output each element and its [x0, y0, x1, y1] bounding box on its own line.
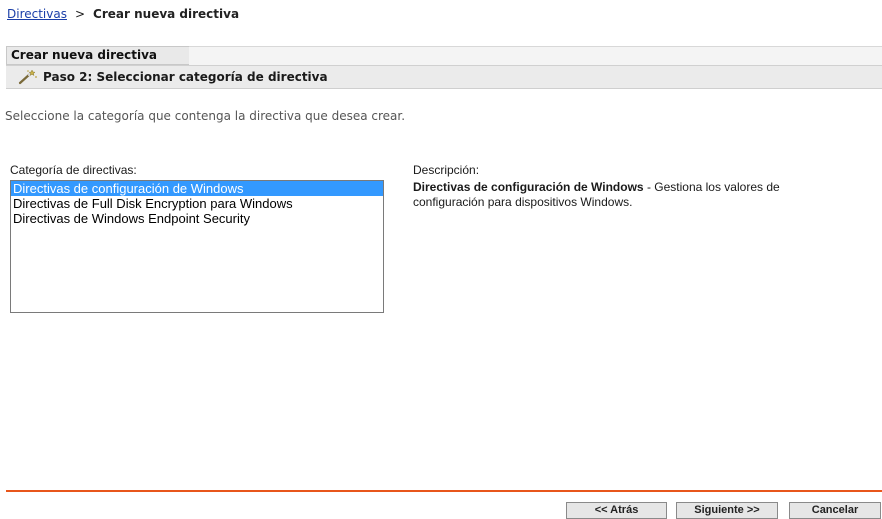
breadcrumb-link-directivas[interactable]: Directivas: [7, 7, 67, 21]
breadcrumb: Directivas > Crear nueva directiva: [7, 7, 239, 21]
magic-wand-icon: [18, 69, 38, 85]
breadcrumb-current: Crear nueva directiva: [93, 7, 240, 21]
footer-divider: [6, 490, 882, 492]
description-title: Directivas de configuración de Windows: [413, 180, 644, 194]
back-button[interactable]: << Atrás: [566, 502, 667, 519]
description-text: Directivas de configuración de Windows -…: [413, 180, 833, 210]
tab-bar-filler: [189, 46, 882, 65]
category-label: Categoría de directivas:: [10, 163, 137, 177]
breadcrumb-separator: >: [74, 7, 86, 21]
tab-bar: Crear nueva directiva: [6, 46, 882, 65]
tab-crear-nueva-directiva[interactable]: Crear nueva directiva: [6, 46, 190, 64]
category-option-endpoint-security[interactable]: Directivas de Windows Endpoint Security: [11, 211, 383, 226]
category-option-windows-config[interactable]: Directivas de configuración de Windows: [11, 181, 383, 196]
category-listbox[interactable]: Directivas de configuración de Windows D…: [10, 180, 384, 313]
category-option-full-disk-encryption[interactable]: Directivas de Full Disk Encryption para …: [11, 196, 383, 211]
cancel-button[interactable]: Cancelar: [789, 502, 881, 519]
description-label: Descripción:: [413, 163, 480, 177]
step-title: Paso 2: Seleccionar categoría de directi…: [43, 70, 328, 84]
instruction-text: Seleccione la categoría que contenga la …: [5, 109, 406, 123]
next-button[interactable]: Siguiente >>: [676, 502, 778, 519]
step-header: Paso 2: Seleccionar categoría de directi…: [6, 65, 882, 89]
